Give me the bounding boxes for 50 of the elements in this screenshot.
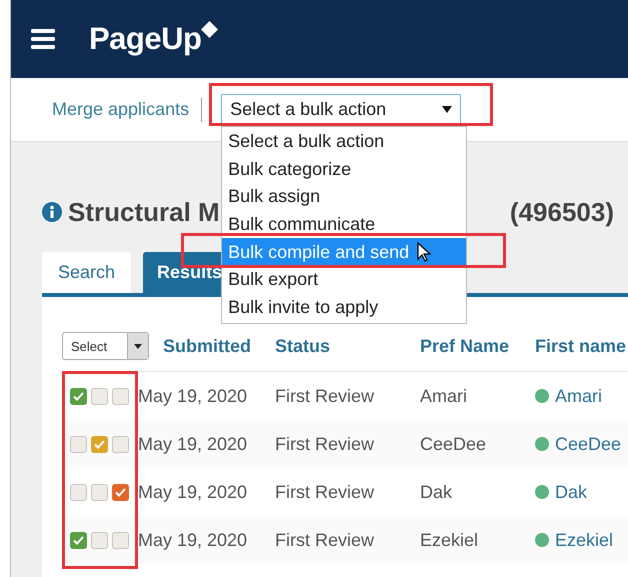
table-cell-text: First Review (275, 386, 376, 406)
table-cell-text: May 19, 2020 (138, 530, 248, 550)
table-cell-text: May 19, 2020 (138, 482, 248, 502)
checkbox[interactable] (91, 484, 108, 500)
table-cell-text: May 19, 2020 (138, 386, 248, 406)
check-icon (73, 536, 84, 544)
checkbox[interactable] (112, 436, 129, 452)
checkbox[interactable] (91, 532, 108, 548)
page-title: Structural M (68, 196, 220, 228)
bulk-action-select[interactable]: Select a bulk action (221, 94, 462, 125)
select-dropdown[interactable]: Select (62, 332, 149, 360)
table-cell-text: First Review (275, 530, 376, 550)
table-cell-text: Dak (420, 482, 454, 502)
table-cell-text: CeeDee (420, 434, 488, 454)
table-cell-text: May 19, 2020 (138, 434, 248, 454)
applicant-link[interactable]: Ezekiel (555, 530, 614, 550)
applicant-link[interactable]: CeeDee (555, 434, 622, 454)
info-icon (42, 202, 62, 222)
checkbox[interactable] (112, 532, 129, 548)
column-header[interactable]: First name (535, 336, 628, 356)
column-header[interactable]: Status (275, 336, 420, 356)
checkbox[interactable] (112, 484, 129, 500)
dropdown-option[interactable]: Bulk compile and send (222, 238, 466, 266)
caret-icon (442, 106, 452, 113)
table-cell-text: Ezekiel (420, 530, 480, 550)
column-header[interactable]: Pref Name (420, 336, 535, 356)
logo: PageUp (89, 21, 202, 57)
check-icon (73, 392, 84, 400)
checkbox[interactable] (70, 436, 87, 452)
check-icon (115, 488, 126, 496)
tab[interactable]: Search (42, 252, 132, 293)
table-cell-text: First Review (275, 434, 376, 454)
column-header[interactable]: Submitted (163, 336, 275, 356)
applicant-link[interactable]: Dak (555, 482, 588, 502)
checkbox[interactable] (70, 532, 87, 548)
diamond-icon (201, 21, 218, 38)
table-cell-text: Amari (420, 386, 468, 406)
checkbox[interactable] (91, 388, 108, 404)
table-cell-text: First Review (275, 482, 376, 502)
caret-icon (134, 344, 142, 348)
checkbox[interactable] (70, 388, 87, 404)
applicant-link[interactable]: Amari (555, 386, 602, 406)
checkbox[interactable] (91, 436, 108, 452)
menu-icon[interactable] (31, 29, 55, 49)
merge-applicants-link[interactable]: Merge applicants (52, 99, 190, 120)
checkbox[interactable] (70, 484, 87, 500)
check-icon (94, 440, 105, 448)
cursor-icon (417, 242, 432, 262)
checkbox[interactable] (112, 388, 129, 404)
page-title-id: (496503) (510, 196, 614, 228)
